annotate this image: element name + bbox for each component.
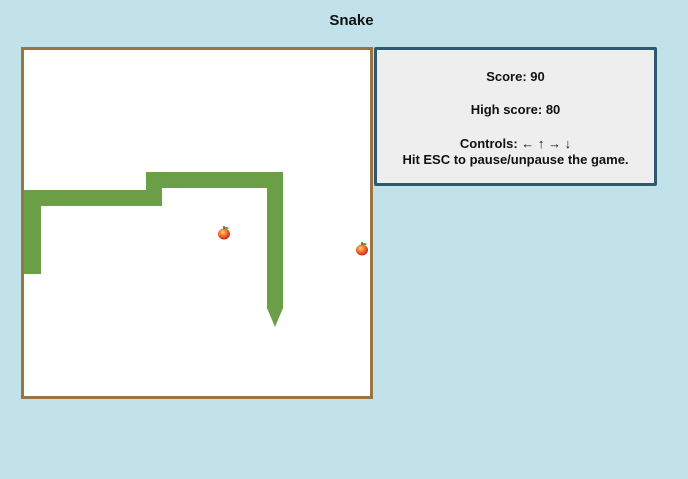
snake-head [267, 308, 283, 327]
score-panel: Score: 90 High score: 80 Controls: ← ↑ →… [374, 47, 657, 186]
snake [24, 172, 283, 327]
game-board[interactable] [21, 47, 373, 399]
snake-segment [24, 190, 162, 206]
high-score-label: High score: 80 [470, 102, 561, 117]
pause-hint-label: Hit ESC to pause/unpause the game. [402, 152, 629, 167]
snake-segment [146, 172, 283, 188]
controls-label: Controls: ← ↑ → ↓ [459, 136, 572, 151]
score-label: Score: 90 [486, 69, 545, 84]
game-title: Snake [329, 12, 374, 29]
apple [356, 242, 368, 256]
apple [218, 226, 230, 240]
snake-segment [267, 172, 283, 309]
board-canvas [24, 172, 368, 327]
